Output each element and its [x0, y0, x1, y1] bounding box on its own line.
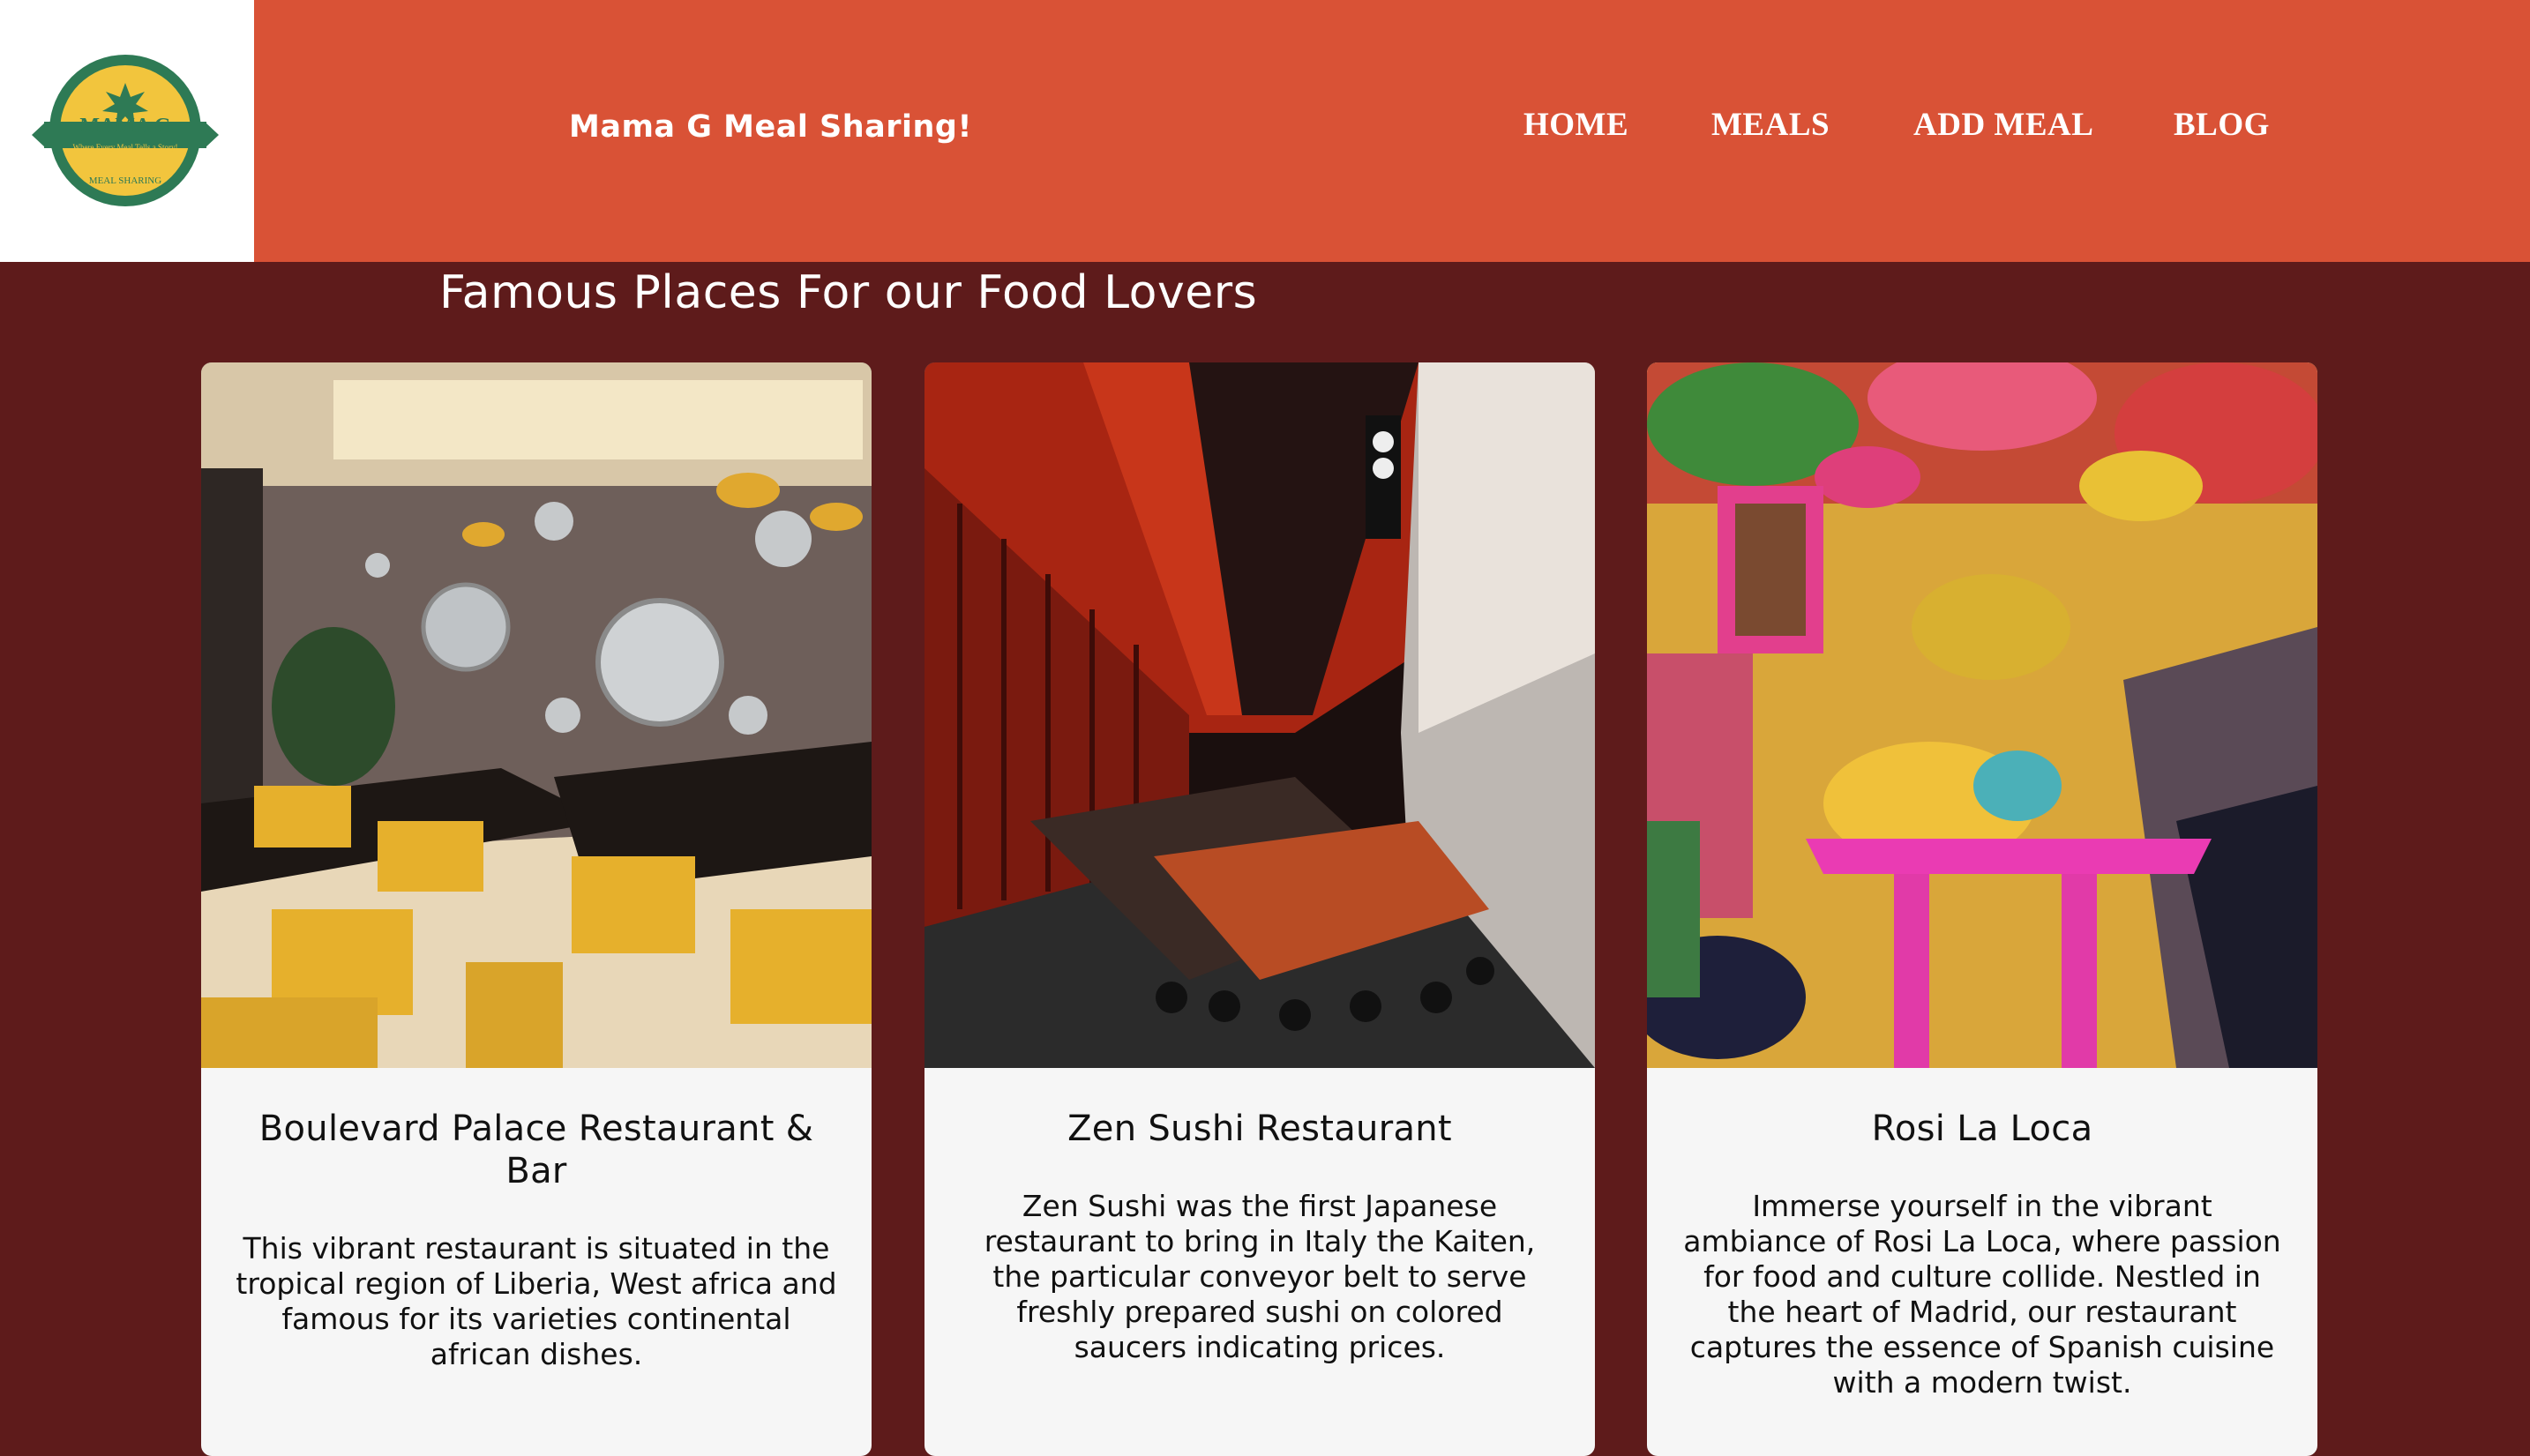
site-title: Mama G Meal Sharing! [569, 109, 972, 145]
site-header: MAMA G Where Every Meal Tells a Story! M… [0, 0, 2530, 262]
card-title: Rosi La Loca [1871, 1109, 2093, 1149]
logo-emblem-icon: MAMA G Where Every Meal Tells a Story! M… [32, 55, 219, 206]
card-title: Boulevard Palace Restaurant & Bar [258, 1109, 814, 1191]
restaurant-card[interactable]: Boulevard Palace Restaurant & Bar This v… [201, 362, 872, 1456]
nav-add-meal[interactable]: ADD MEAL [1913, 106, 2093, 144]
logo-text: MAMA G [79, 115, 171, 138]
card-title: Zen Sushi Restaurant [1067, 1109, 1452, 1149]
card-description: This vibrant restaurant is situated in t… [236, 1231, 837, 1371]
restaurant-card[interactable]: Zen Sushi Restaurant Zen Sushi was the f… [924, 362, 1595, 1456]
logo[interactable]: MAMA G Where Every Meal Tells a Story! M… [0, 0, 254, 262]
logo-subtext: MEAL SHARING [89, 175, 161, 186]
card-description: Zen Sushi was the first Japanese restaur… [984, 1189, 1536, 1364]
section-title: Famous Places For our Food Lovers [439, 266, 1258, 319]
restaurant-photo [924, 362, 1595, 1068]
card-description: Immerse yourself in the vibrant ambiance… [1683, 1189, 2281, 1400]
restaurant-photo [201, 362, 872, 1068]
nav-meals[interactable]: MEALS [1711, 106, 1830, 144]
nav-home[interactable]: HOME [1523, 106, 1628, 144]
nav-blog[interactable]: BLOG [2174, 106, 2270, 144]
logo-tagline: Where Every Meal Tells a Story! [73, 143, 178, 152]
restaurant-card[interactable]: Rosi La Loca Immerse yourself in the vib… [1647, 362, 2317, 1456]
restaurant-photo [1647, 362, 2317, 1068]
